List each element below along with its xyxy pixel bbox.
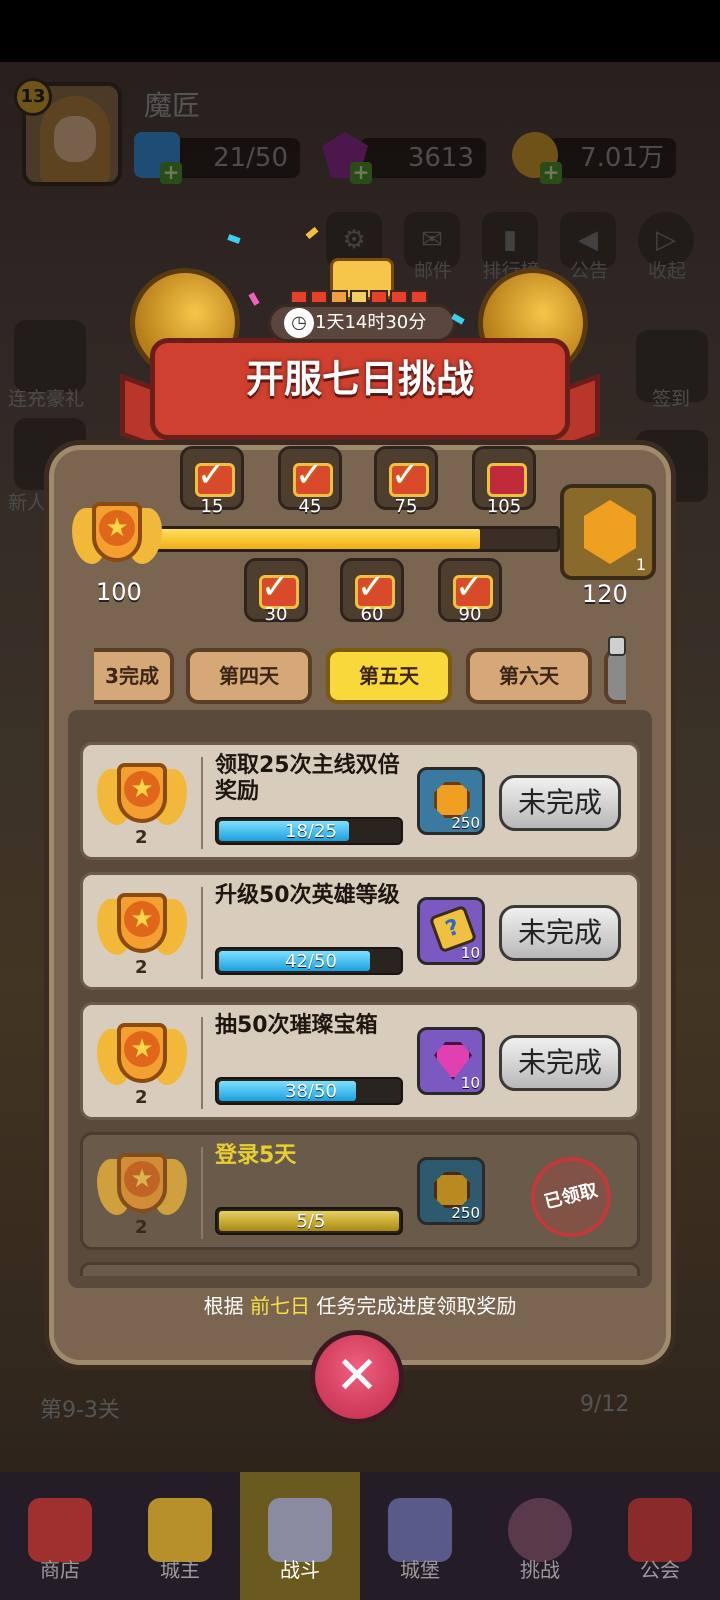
gauge-segment <box>330 290 348 304</box>
event-title: 开服七日挑战 <box>245 357 474 401</box>
final-reward-count: 1 <box>635 555 646 574</box>
nav-castle[interactable]: 城堡 <box>360 1472 480 1600</box>
shop-icon <box>28 1498 92 1562</box>
milestone-value: 60 <box>360 604 384 625</box>
milestone-value: 45 <box>298 496 322 517</box>
claimed-stamp: 已领取 <box>522 1148 620 1246</box>
close-button[interactable]: ✕ <box>310 1330 404 1424</box>
tab-day-7-locked[interactable] <box>604 648 626 704</box>
footer-hint: 根据 前七日 任务完成进度领取奖励 <box>0 1290 720 1319</box>
crown-icon <box>148 1498 212 1562</box>
gold-coin-icon <box>434 782 470 818</box>
divider <box>201 1147 203 1239</box>
gold-gem-icon <box>584 500 636 564</box>
medal-count: 2 <box>135 957 148 978</box>
task-row-partial <box>80 1262 640 1276</box>
nav-shop[interactable]: 商店 <box>0 1472 120 1600</box>
milestone-value: 105 <box>486 496 522 517</box>
nav-label: 挑战 <box>520 1558 560 1582</box>
points-medal-icon: ★ <box>72 498 162 582</box>
nav-label: 商店 <box>40 1558 80 1582</box>
nav-lord[interactable]: 城主 <box>120 1472 240 1600</box>
milestone-value: 30 <box>264 604 288 625</box>
task-row-claimed: ★ 2 登录5天 5/5 250 已领取 <box>80 1132 640 1250</box>
castle-icon <box>388 1498 452 1562</box>
points-progress-fill <box>153 529 481 549</box>
reward-gold-coin: 250 <box>417 1157 485 1225</box>
divider <box>201 1017 203 1109</box>
nav-label: 战斗 <box>280 1558 320 1582</box>
task-title: 抽50次璀璨宝箱 <box>215 1013 378 1038</box>
guild-icon <box>628 1498 692 1562</box>
footer-highlight: 前七日 <box>250 1294 310 1318</box>
reward-count: 10 <box>460 944 480 962</box>
gauge-segment <box>370 290 388 304</box>
footer-prefix: 根据 <box>203 1294 244 1318</box>
nav-label: 公会 <box>640 1558 680 1582</box>
gauge-segment <box>410 290 428 304</box>
clock-icon: ◷ <box>284 308 314 338</box>
gold-coin-icon <box>434 1172 470 1208</box>
reward-pink-gem[interactable]: 10 <box>417 1027 485 1095</box>
task-row: ★ 2 领取25次主线双倍奖励 18/25 250 未完成 <box>80 742 640 860</box>
incomplete-button[interactable]: 未完成 <box>499 1035 621 1091</box>
task-progress-bar: 18/25 <box>215 817 403 845</box>
incomplete-button[interactable]: 未完成 <box>499 905 621 961</box>
task-progress-text: 5/5 <box>296 1211 326 1232</box>
task-progress-text: 42/50 <box>285 951 337 972</box>
gauge-segment <box>390 290 408 304</box>
milestone-value: 90 <box>458 604 482 625</box>
task-progress-bar: 38/50 <box>215 1077 403 1105</box>
challenge-icon <box>508 1498 572 1562</box>
nav-guild[interactable]: 公会 <box>600 1472 720 1600</box>
task-row: ★ 2 抽50次璀璨宝箱 38/50 10 未完成 <box>80 1002 640 1120</box>
reward-count: 250 <box>451 1204 480 1222</box>
tab-day-3[interactable]: 3完成 <box>94 648 174 704</box>
reward-gold-coin[interactable]: 250 <box>417 767 485 835</box>
medal-count: 2 <box>135 827 148 848</box>
tab-day-5[interactable]: 第五天 <box>326 648 452 704</box>
current-points: 100 <box>96 578 142 606</box>
swords-icon <box>268 1498 332 1562</box>
task-row: ★ 2 升级50次英雄等级 42/50 ? 10 未完成 <box>80 872 640 990</box>
task-progress-text: 18/25 <box>285 821 337 842</box>
final-reward-box[interactable]: 1 <box>560 484 656 580</box>
lock-icon <box>608 636 626 656</box>
gauge-segment <box>310 290 328 304</box>
medal-count: 2 <box>135 1087 148 1108</box>
footer-suffix: 任务完成进度领取奖励 <box>316 1294 517 1318</box>
task-title: 领取25次主线双倍奖励 <box>215 753 400 804</box>
reward-count: 250 <box>451 814 480 832</box>
task-progress-bar: 42/50 <box>215 947 403 975</box>
reward-count: 10 <box>460 1074 480 1092</box>
max-points: 120 <box>582 580 628 608</box>
medal-count: 2 <box>135 1217 148 1238</box>
status-bar <box>0 0 720 62</box>
gauge-segment <box>350 290 368 304</box>
reward-hero-card[interactable]: ? 10 <box>417 897 485 965</box>
nav-battle[interactable]: 战斗 <box>240 1472 360 1600</box>
tab-day-4[interactable]: 第四天 <box>186 648 312 704</box>
tab-day-6[interactable]: 第六天 <box>466 648 592 704</box>
milestone-value: 75 <box>394 496 418 517</box>
nav-label: 城堡 <box>400 1558 440 1582</box>
gauge-segment <box>290 290 308 304</box>
task-title: 升级50次英雄等级 <box>215 883 400 908</box>
divider <box>201 887 203 979</box>
milestone-value: 15 <box>200 496 224 517</box>
task-progress-bar: 5/5 <box>215 1207 403 1235</box>
task-title: 登录5天 <box>215 1143 297 1168</box>
incomplete-button[interactable]: 未完成 <box>499 775 621 831</box>
divider <box>201 757 203 849</box>
task-progress-text: 38/50 <box>285 1081 337 1102</box>
nav-challenge[interactable]: 挑战 <box>480 1472 600 1600</box>
nav-label: 城主 <box>160 1558 200 1582</box>
